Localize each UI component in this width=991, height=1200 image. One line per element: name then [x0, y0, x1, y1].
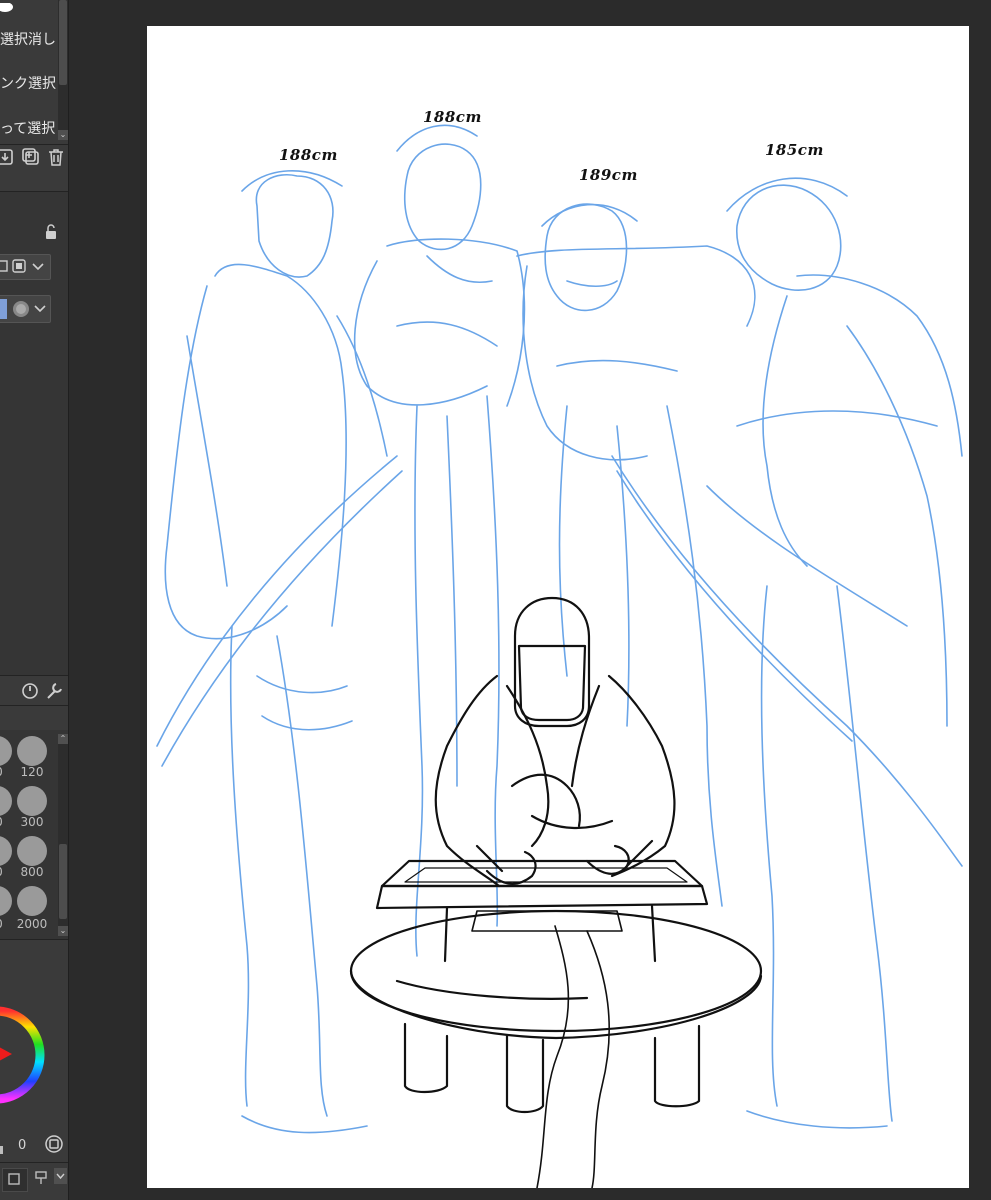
menu-item-link-select[interactable]: ンク選択 [0, 73, 56, 93]
ink-figure-at-desk [349, 596, 763, 1188]
tab-menu-icon[interactable] [54, 1168, 67, 1184]
layer-property-panel [0, 192, 68, 676]
new-layer-icon[interactable] [21, 147, 41, 167]
color-wheel[interactable] [0, 970, 50, 1140]
timer-icon[interactable] [20, 681, 40, 701]
wrench-icon[interactable] [44, 681, 64, 701]
brush-size-value: 2000 [16, 917, 48, 931]
tablet-cables [536, 925, 610, 1188]
scroll-down-arrow[interactable]: ⌄ [58, 130, 68, 140]
brush-size-value: 0 [0, 917, 16, 931]
brush-size-swatch[interactable] [17, 736, 47, 766]
scroll-thumb[interactable] [59, 844, 67, 919]
brush-size-swatch[interactable] [17, 886, 47, 916]
brush-size-swatch[interactable] [0, 836, 12, 866]
brush-size-value: 800 [20, 865, 44, 879]
brush-size-palette: 0 120 0 300 0 800 0 2000 ⌃ ⌄ [0, 730, 68, 940]
color-mode-dropdown[interactable] [0, 295, 51, 323]
scroll-down-arrow[interactable]: ⌄ [58, 926, 68, 936]
brush-scrollbar[interactable]: ⌃ ⌄ [58, 734, 68, 936]
menu-item-trace-select[interactable]: って選択 [0, 118, 55, 138]
side-panel: 選択消し ンク選択 って選択 ⌄ 120 300 800 2000 ⌃ ⌄ 0 [0, 0, 69, 1200]
scroll-thumb[interactable] [59, 0, 67, 85]
welding-mask-head [513, 596, 591, 728]
brush-size-value: 300 [20, 815, 44, 829]
tool-option-bar [0, 676, 68, 706]
tab-color-history[interactable] [2, 1168, 28, 1192]
brush-size-swatch[interactable] [17, 836, 47, 866]
drawing-canvas[interactable]: 188cm 188cm 189cm 185cm [147, 26, 969, 1188]
color-wheel-panel: 0 [0, 958, 68, 1163]
color-value-readout: 0 [18, 1138, 27, 1153]
round-table [349, 909, 763, 1114]
menu-item-deselect[interactable]: 選択消し [0, 29, 56, 49]
blend-mode-dropdown[interactable] [0, 254, 51, 280]
color-settings-icon[interactable] [44, 1134, 64, 1154]
scroll-up-arrow[interactable]: ⌃ [58, 734, 68, 744]
brush-size-value: 120 [20, 765, 44, 779]
brush-size-value: 0 [0, 865, 16, 879]
tab-color-set[interactable] [32, 1168, 52, 1190]
torso-and-arms [434, 674, 676, 888]
brush-size-swatch[interactable] [0, 736, 12, 766]
canvas-area: 188cm 188cm 189cm 185cm [69, 0, 991, 1200]
selection-menu: 選択消し ンク選択 って選択 ⌄ [0, 0, 68, 145]
import-icon[interactable] [0, 147, 16, 167]
layer-action-bar [0, 145, 68, 192]
brush-size-value: 0 [0, 815, 16, 829]
palette-tab-bar [0, 1163, 68, 1200]
menu-scrollbar[interactable]: ⌄ [58, 0, 68, 140]
brush-size-swatch[interactable] [17, 786, 47, 816]
lock-icon[interactable] [43, 224, 59, 240]
lasso-icon [0, 0, 14, 12]
brush-size-swatch[interactable] [0, 786, 12, 816]
brush-size-value: 0 [0, 765, 16, 779]
delete-icon[interactable] [46, 147, 66, 167]
brush-size-swatch[interactable] [0, 886, 12, 916]
palette-icon[interactable] [0, 1140, 4, 1154]
